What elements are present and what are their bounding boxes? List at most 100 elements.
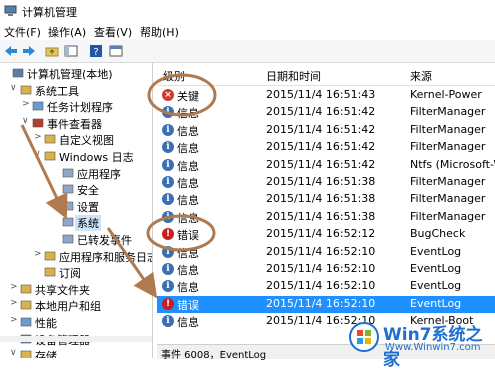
event-datetime: 2015/11/4 16:52:10	[266, 279, 376, 293]
info-icon: i	[162, 263, 174, 275]
event-row[interactable]: × 关键 2015/11/4 16:51:43 Kernel-Power	[157, 87, 495, 104]
event-level: 信息	[177, 142, 199, 156]
event-level: 信息	[177, 159, 199, 173]
event-level: 信息	[177, 246, 199, 260]
info-icon: i	[162, 245, 174, 258]
tree-item-label: 共享文件夹	[35, 283, 90, 297]
tree-item[interactable]: > 任务计划程序	[0, 98, 152, 115]
tree-twisty-icon[interactable]: >	[34, 249, 43, 259]
info-icon: i	[162, 176, 174, 188]
folder-up-icon[interactable]	[44, 43, 60, 59]
menu-file[interactable]: 文件(F)	[4, 24, 41, 40]
tree-item[interactable]: 系统	[0, 214, 152, 232]
tree-item[interactable]: > 自定义视图	[0, 131, 152, 148]
tree-item[interactable]: 已转发事件	[0, 231, 152, 248]
info-icon: i	[162, 280, 174, 293]
tree-item[interactable]: ∨ 系统工具	[0, 82, 152, 99]
critical-icon: ×	[162, 89, 174, 101]
event-row[interactable]: i 信息 2015/11/4 16:52:10 EventLog	[157, 278, 495, 295]
event-source: FilterManager	[410, 140, 486, 154]
menu-help[interactable]: 帮助(H)	[140, 24, 179, 40]
tree-item-label: 本地用户和组	[35, 300, 101, 314]
event-datetime: 2015/11/4 16:51:42	[266, 157, 376, 171]
show-hide-tree-icon[interactable]	[63, 43, 79, 59]
column-datetime[interactable]: 日期和时间	[266, 68, 321, 84]
tree-item[interactable]: 设置	[0, 198, 152, 215]
event-source: FilterManager	[410, 105, 486, 119]
event-datetime: 2015/11/4 16:52:12	[266, 227, 376, 241]
tree-item[interactable]: 计算机管理(本地)	[0, 65, 152, 82]
back-icon[interactable]	[3, 43, 19, 59]
event-datetime: 2015/11/4 16:51:43	[266, 88, 376, 101]
tree-item[interactable]: ∨ 事件查看器	[0, 115, 152, 132]
event-row[interactable]: i 信息 2015/11/4 16:51:38 FilterManager	[157, 209, 495, 226]
tree-item-label: Windows 日志	[59, 151, 134, 164]
tree-item[interactable]: > 共享文件夹	[0, 281, 152, 298]
event-level: 错误	[177, 298, 199, 312]
event-row[interactable]: i 信息 2015/11/4 16:51:38 FilterManager	[157, 174, 495, 191]
tree-item[interactable]: 订阅	[0, 264, 152, 281]
tree-item-label: 系统	[75, 215, 101, 232]
menu-view[interactable]: 查看(V)	[94, 24, 132, 40]
event-datetime: 2015/11/4 16:51:38	[266, 192, 376, 206]
log-icon	[62, 183, 74, 195]
tree-item-label: 计算机管理(本地)	[27, 68, 113, 81]
list-header: 级别 日期和时间 来源	[157, 63, 495, 86]
tree-item-label: 系统工具	[35, 84, 79, 98]
event-row[interactable]: ! 错误 2015/11/4 16:52:12 BugCheck	[157, 226, 495, 243]
help-icon[interactable]: ?	[88, 43, 104, 59]
properties-icon[interactable]	[108, 43, 124, 59]
tree-item[interactable]: > 本地用户和组	[0, 297, 152, 314]
tree-twisty-icon[interactable]: >	[10, 282, 19, 292]
column-source[interactable]: 来源	[410, 68, 432, 84]
tree-item-label: 安全	[77, 184, 99, 198]
forward-icon[interactable]	[21, 43, 37, 59]
event-row[interactable]: i 信息 2015/11/4 16:51:42 FilterManager	[157, 139, 495, 156]
info-icon: i	[162, 193, 174, 206]
event-source: EventLog	[410, 279, 462, 293]
tree-twisty-icon[interactable]: >	[10, 315, 19, 325]
tree-item[interactable]: ∨ 存储	[0, 347, 152, 358]
event-row[interactable]: i 信息 2015/11/4 16:51:42 Ntfs (Microsoft-W	[157, 157, 495, 174]
tree-twisty-icon[interactable]: ∨	[22, 116, 31, 126]
menu-bar: 文件(F) 操作(A) 查看(V) 帮助(H)	[0, 22, 495, 40]
tree-item-label: 存储	[35, 350, 57, 358]
event-datetime: 2015/11/4 16:52:10	[266, 244, 376, 258]
tree-scrollbar[interactable]	[0, 336, 152, 342]
tree-twisty-icon[interactable]: >	[10, 298, 19, 308]
tree-twisty-icon[interactable]: ∨	[10, 348, 19, 358]
event-source: FilterManager	[410, 175, 486, 188]
menu-action[interactable]: 操作(A)	[48, 24, 86, 40]
tree-item[interactable]: ∨ Windows 日志	[0, 148, 152, 165]
windows-logo-icon	[349, 322, 379, 352]
event-row[interactable]: i 信息 2015/11/4 16:52:10 EventLog	[157, 244, 495, 261]
info-icon: i	[162, 315, 174, 328]
log-icon	[62, 233, 74, 245]
tree-twisty-icon[interactable]: ∨	[10, 83, 19, 93]
tree-twisty-icon[interactable]: >	[22, 99, 31, 109]
log-icon	[62, 216, 74, 228]
info-icon: i	[162, 123, 174, 136]
event-row[interactable]: i 信息 2015/11/4 16:51:38 FilterManager	[157, 191, 495, 208]
tree-item[interactable]: > 性能	[0, 314, 152, 331]
subscription-icon	[44, 266, 56, 278]
event-row[interactable]: i 信息 2015/11/4 16:51:42 FilterManager	[157, 104, 495, 121]
event-row[interactable]: ! 错误 2015/11/4 16:52:10 EventLog	[157, 295, 495, 313]
event-row[interactable]: i 信息 2015/11/4 16:51:42 FilterManager	[157, 122, 495, 139]
info-icon: i	[162, 158, 174, 171]
column-level[interactable]: 级别	[163, 68, 185, 84]
tree-twisty-icon[interactable]: ∨	[34, 149, 43, 159]
status-text: 事件 6008，EventLog	[161, 350, 267, 361]
event-source: EventLog	[410, 296, 462, 310]
tree-item[interactable]: > 应用程序和服务日志	[0, 248, 152, 265]
event-datetime: 2015/11/4 16:51:42	[266, 140, 376, 154]
event-level: 信息	[177, 316, 199, 330]
event-datetime: 2015/11/4 16:51:42	[266, 122, 376, 136]
tree-item[interactable]: 应用程序	[0, 165, 152, 182]
event-datetime: 2015/11/4 16:51:38	[266, 209, 376, 223]
event-row[interactable]: i 信息 2015/11/4 16:52:10 EventLog	[157, 261, 495, 278]
event-source: EventLog	[410, 244, 462, 258]
watermark-url: Www.Winwin7.com	[385, 342, 481, 353]
tree-item[interactable]: 安全	[0, 181, 152, 198]
tree-twisty-icon[interactable]: >	[34, 132, 43, 142]
